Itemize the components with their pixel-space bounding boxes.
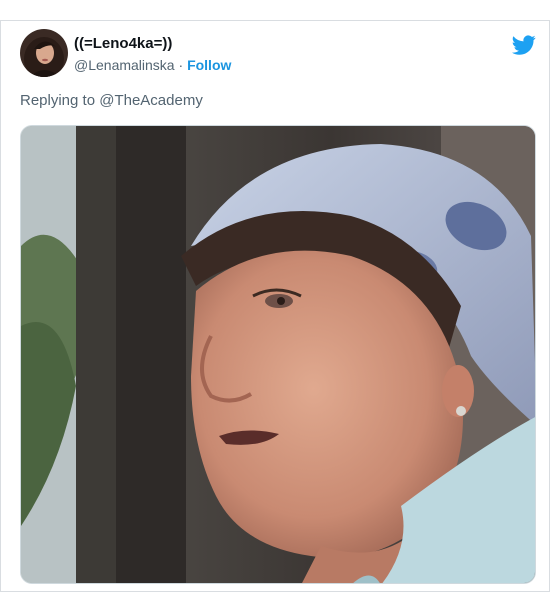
- replying-prefix: Replying to: [20, 92, 100, 109]
- tweet-media-image[interactable]: [20, 125, 536, 584]
- follow-button[interactable]: Follow: [187, 57, 231, 73]
- twitter-bird-icon[interactable]: [512, 33, 536, 57]
- display-name[interactable]: ((=Leno4ka=)): [74, 35, 172, 53]
- mention-link[interactable]: @TheAcademy: [99, 92, 203, 109]
- tweet-card: ((=Leno4ka=)) @Lenamalinska · Follow Rep…: [0, 20, 550, 592]
- separator-dot: ·: [174, 57, 188, 73]
- replying-to: Replying to @TheAcademy: [20, 92, 203, 110]
- user-handle[interactable]: @Lenamalinska: [74, 57, 175, 73]
- avatar[interactable]: [20, 29, 68, 77]
- handle-line: @Lenamalinska · Follow: [74, 56, 231, 74]
